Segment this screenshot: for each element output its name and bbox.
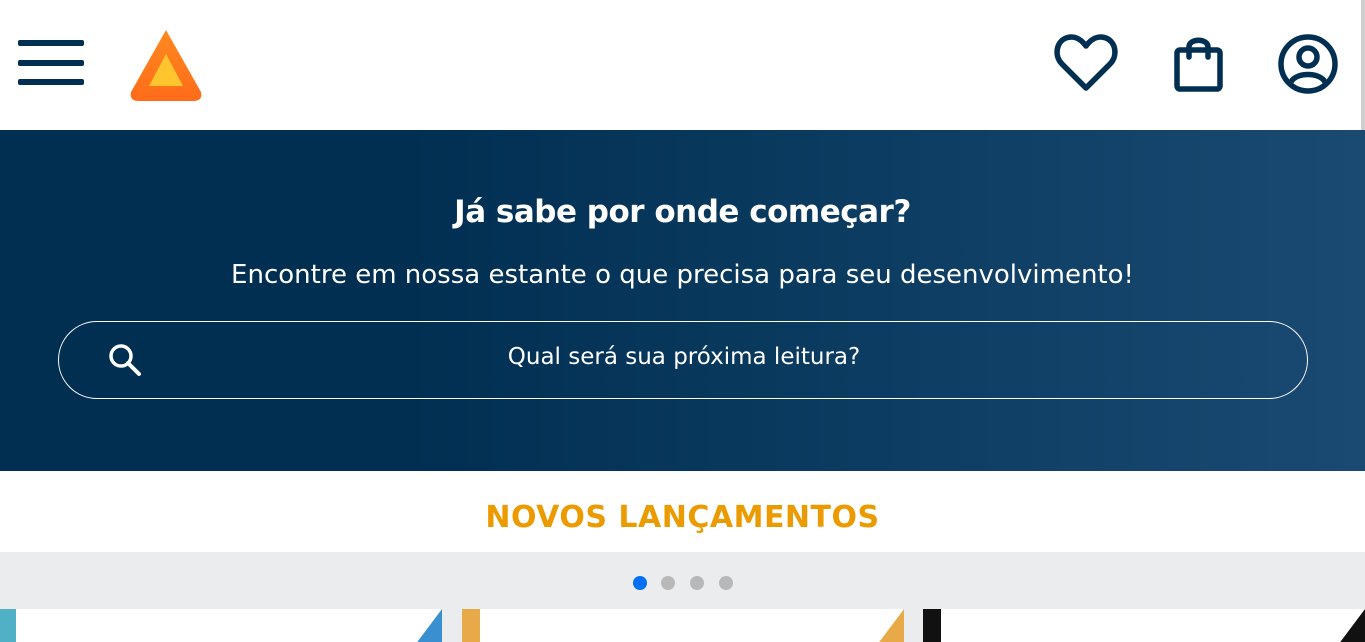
search-placeholder: Qual será sua próxima leitura? [507,344,861,370]
site-header [0,0,1365,130]
carousel-dot-2[interactable] [661,576,675,590]
book-cover-art [462,609,904,642]
new-releases-carousel [0,552,1365,642]
hero-subtitle: Encontre em nossa estante o que precisa … [231,260,1134,290]
hero-title: Já sabe por onde começar? [454,194,911,230]
menu-line [18,79,84,85]
book-card[interactable] [462,609,904,642]
section-title-new-releases: NOVOS LANÇAMENTOS [485,500,880,535]
shopping-bag-icon[interactable] [1166,30,1234,98]
menu-line [18,60,84,66]
carousel-dot-1[interactable] [633,576,647,590]
book-cover-art [0,609,442,642]
logo-icon[interactable] [129,28,203,102]
book-cover-art [923,609,1365,642]
search-input[interactable]: Qual será sua próxima leitura? [58,321,1308,399]
carousel-dot-4[interactable] [719,576,733,590]
user-circle-icon[interactable] [1274,30,1342,98]
book-card[interactable] [923,609,1365,642]
menu-line [18,40,84,46]
book-card[interactable] [0,609,442,642]
heart-icon[interactable] [1052,30,1120,98]
hero-banner: Já sabe por onde começar? Encontre em no… [0,130,1365,471]
hamburger-menu-icon[interactable] [18,40,84,86]
carousel-dot-3[interactable] [690,576,704,590]
